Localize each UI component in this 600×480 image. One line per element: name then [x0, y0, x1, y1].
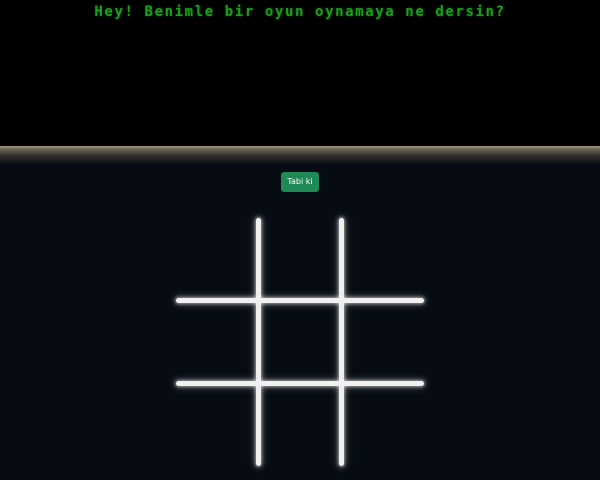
- game-invitation-message: Hey! Benimle bir oyun oynamaya ne dersin…: [94, 4, 506, 20]
- board-cell-2[interactable]: [260, 218, 340, 298]
- board-cell-6[interactable]: [344, 302, 424, 382]
- accept-game-button[interactable]: Tabi ki: [281, 172, 319, 192]
- board-cell-1[interactable]: [176, 218, 256, 298]
- board-cell-3[interactable]: [344, 218, 424, 298]
- board-cell-4[interactable]: [176, 302, 256, 382]
- board-cell-5[interactable]: [260, 302, 340, 382]
- board-cell-8[interactable]: [260, 386, 340, 466]
- board-cell-9[interactable]: [344, 386, 424, 466]
- terminal-panel: Hey! Benimle bir oyun oynamaya ne dersin…: [0, 0, 600, 146]
- board-cell-7[interactable]: [176, 386, 256, 466]
- panel-divider: [0, 146, 600, 164]
- tic-tac-toe-board: [170, 212, 430, 472]
